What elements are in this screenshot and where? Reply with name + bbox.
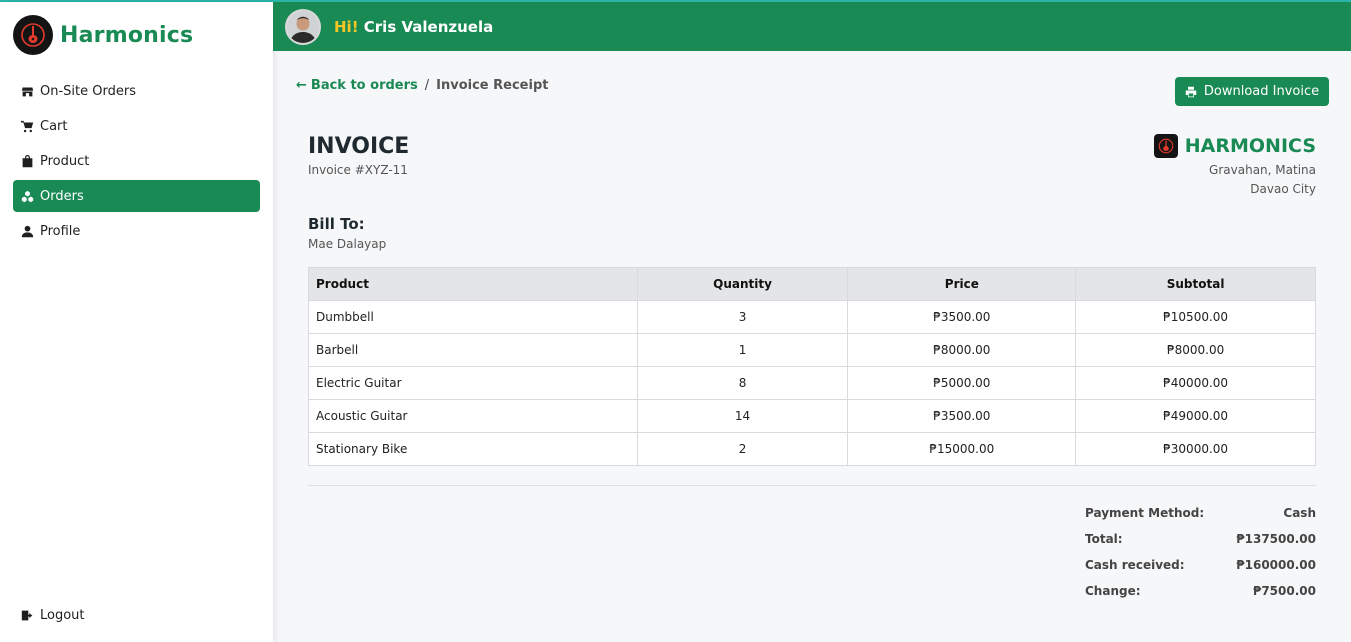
bill-to-label: Bill To:: [308, 215, 365, 233]
sidebar-item-cart[interactable]: Cart: [13, 110, 260, 142]
payment-summary: Payment Method: Cash Total: ₱137500.00 C…: [1085, 500, 1316, 604]
sidebar-item-label: Cart: [40, 118, 68, 134]
company-name: HARMONICS: [1184, 135, 1316, 157]
cell-product: Electric Guitar: [308, 366, 638, 400]
cell-quantity: 8: [636, 366, 849, 400]
download-invoice-button[interactable]: Download Invoice: [1175, 77, 1329, 106]
address-line-1: Gravahan, Matina: [1209, 163, 1316, 177]
cell-product: Barbell: [308, 333, 638, 367]
breadcrumb: ← Back to orders / Invoice Receipt: [296, 78, 548, 93]
logout-icon: [20, 608, 34, 622]
cart-icon: [20, 119, 34, 133]
company-info: HARMONICS Gravahan, Matina Davao City: [1153, 134, 1316, 199]
greeting-user-name: Cris Valenzuela: [363, 17, 494, 36]
sidebar-item-label: Profile: [40, 223, 81, 239]
cell-subtotal: ₱49000.00: [1075, 399, 1316, 433]
cell-price: ₱15000.00: [847, 432, 1077, 466]
sidebar: Harmonics On-Site Orders Cart Product Or…: [0, 2, 273, 642]
column-header-quantity: Quantity: [636, 267, 849, 301]
main-content: ← Back to orders / Invoice Receipt Downl…: [273, 51, 1351, 642]
cell-product: Dumbbell: [308, 300, 638, 334]
table-header-row: Product Quantity Price Subtotal: [308, 267, 1316, 301]
top-header: Hi! Cris Valenzuela: [273, 2, 1351, 51]
sidebar-item-on-site-orders[interactable]: On-Site Orders: [13, 75, 260, 107]
address-line-2: Davao City: [1250, 182, 1316, 196]
cell-product: Acoustic Guitar: [308, 399, 638, 433]
sidebar-item-label: Orders: [40, 188, 84, 204]
divider: [308, 485, 1316, 486]
greeting-hi: Hi!: [334, 17, 359, 36]
change-value: ₱7500.00: [1252, 584, 1316, 598]
invoice-title: INVOICE: [308, 134, 410, 159]
logout-section: Logout: [13, 599, 260, 634]
cell-price: ₱3500.00: [847, 300, 1077, 334]
cell-subtotal: ₱10500.00: [1075, 300, 1316, 334]
download-invoice-label: Download Invoice: [1203, 84, 1320, 99]
breadcrumb-current: Invoice Receipt: [436, 78, 549, 93]
cell-subtotal: ₱30000.00: [1075, 432, 1316, 466]
change-row: Change: ₱7500.00: [1085, 578, 1316, 604]
avatar[interactable]: [285, 8, 321, 45]
payment-method-row: Payment Method: Cash: [1085, 500, 1316, 526]
total-value: ₱137500.00: [1236, 532, 1316, 546]
user-icon: [20, 224, 34, 238]
cash-received-value: ₱160000.00: [1236, 558, 1316, 572]
guitar-logo-icon: [1153, 134, 1178, 158]
back-to-orders-label: Back to orders: [310, 78, 418, 93]
company-address: Gravahan, Matina Davao City: [1154, 161, 1316, 199]
cell-quantity: 2: [636, 432, 849, 466]
bill-to-name: Mae Dalayap: [308, 237, 387, 251]
table-row: Acoustic Guitar 14 ₱3500.00 ₱49000.00: [308, 399, 1316, 433]
table-row: Electric Guitar 8 ₱5000.00 ₱40000.00: [308, 366, 1316, 400]
logout-button[interactable]: Logout: [13, 599, 260, 631]
payment-method-label: Payment Method:: [1085, 506, 1205, 520]
total-label: Total:: [1085, 532, 1123, 546]
sidebar-item-profile[interactable]: Profile: [13, 215, 260, 247]
back-to-orders-link[interactable]: ← Back to orders: [296, 78, 418, 93]
table-row: Stationary Bike 2 ₱15000.00 ₱30000.00: [308, 432, 1316, 466]
sidebar-item-label: On-Site Orders: [40, 83, 136, 99]
cell-subtotal: ₱8000.00: [1075, 333, 1316, 367]
column-header-product: Product: [308, 267, 638, 301]
sidebar-item-product[interactable]: Product: [13, 145, 260, 177]
app-root: Harmonics On-Site Orders Cart Product Or…: [0, 0, 1351, 642]
sidebar-nav: On-Site Orders Cart Product Orders Profi…: [13, 75, 260, 250]
cell-price: ₱8000.00: [847, 333, 1077, 367]
total-row: Total: ₱137500.00: [1085, 526, 1316, 552]
column-header-price: Price: [847, 267, 1077, 301]
cash-received-label: Cash received:: [1085, 558, 1185, 572]
brand[interactable]: Harmonics: [13, 15, 193, 55]
invoice-table: Product Quantity Price Subtotal Dumbbell…: [308, 267, 1316, 466]
cash-received-row: Cash received: ₱160000.00: [1085, 552, 1316, 578]
guitar-logo-icon: [13, 15, 53, 55]
invoice-number: Invoice #XYZ-11: [308, 163, 408, 177]
store-icon: [20, 84, 34, 98]
printer-icon: [1185, 86, 1197, 97]
table-row: Dumbbell 3 ₱3500.00 ₱10500.00: [308, 300, 1316, 334]
sidebar-item-label: Product: [40, 153, 90, 169]
payment-method-value: Cash: [1283, 506, 1316, 520]
bag-icon: [20, 154, 34, 168]
cell-quantity: 1: [636, 333, 849, 367]
column-header-subtotal: Subtotal: [1075, 267, 1316, 301]
cell-price: ₱3500.00: [847, 399, 1077, 433]
cell-quantity: 14: [636, 399, 849, 433]
logout-label: Logout: [40, 607, 85, 623]
cell-price: ₱5000.00: [847, 366, 1077, 400]
change-label: Change:: [1085, 584, 1141, 598]
arrow-left-icon: ←: [296, 78, 307, 93]
breadcrumb-separator: /: [424, 78, 430, 93]
orders-icon: [20, 189, 34, 203]
table-row: Barbell 1 ₱8000.00 ₱8000.00: [308, 333, 1316, 367]
greeting: Hi! Cris Valenzuela: [334, 18, 493, 36]
brand-name: Harmonics: [60, 22, 194, 48]
cell-subtotal: ₱40000.00: [1075, 366, 1316, 400]
sidebar-item-orders[interactable]: Orders: [13, 180, 260, 212]
cell-product: Stationary Bike: [308, 432, 638, 466]
cell-quantity: 3: [636, 300, 849, 334]
